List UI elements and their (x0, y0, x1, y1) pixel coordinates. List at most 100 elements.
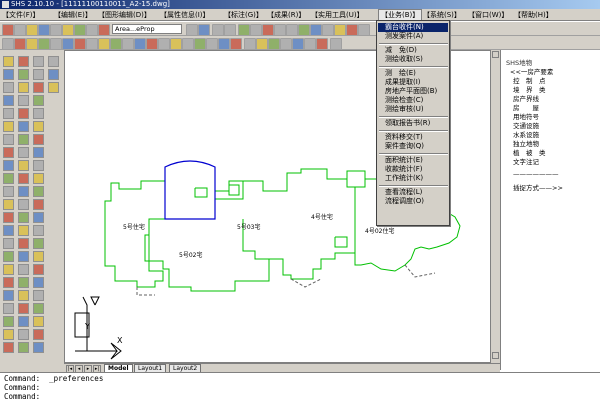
mirror-icon[interactable] (280, 38, 292, 50)
zoom-tool-icon[interactable] (3, 316, 14, 327)
table-icon[interactable] (358, 24, 370, 36)
spline-tool-icon[interactable] (3, 160, 14, 171)
tree-tool-icon[interactable] (18, 212, 29, 223)
panel-item-house[interactable]: 房 屋 (513, 104, 539, 112)
region-tool-icon[interactable] (18, 173, 29, 184)
menu-window[interactable]: 【窗口(W)】 (466, 9, 510, 21)
extend-icon[interactable] (244, 38, 256, 50)
layer-lock-icon[interactable] (86, 24, 98, 36)
color-square-icon[interactable] (98, 24, 110, 36)
lamp-icon[interactable] (62, 24, 74, 36)
array-icon[interactable] (292, 38, 304, 50)
redo-icon[interactable] (224, 24, 236, 36)
linetype-tool-icon[interactable] (33, 303, 44, 314)
area-icon[interactable] (26, 38, 38, 50)
panel-item-control[interactable]: 控 制 点 (513, 77, 546, 85)
fillet-tool-icon[interactable] (18, 147, 29, 158)
label-icon[interactable] (50, 38, 62, 50)
menu-item-survey-check[interactable]: 测绘检查(C) (385, 96, 423, 105)
polygon-icon[interactable] (14, 38, 26, 50)
wall-tool-icon[interactable] (18, 199, 29, 210)
line-icon[interactable] (274, 24, 286, 36)
menu-item-flow-dispatch[interactable]: 流程调度(O) (385, 197, 424, 206)
water-tool-icon[interactable] (33, 212, 44, 223)
mirror-tool-icon[interactable] (18, 69, 29, 80)
panel-item-property-line[interactable]: 房产界线 (513, 95, 539, 103)
grid-tool-icon[interactable] (3, 342, 14, 353)
check-icon[interactable] (298, 24, 310, 36)
menu-attributes[interactable]: 【属性信息(I)】 (158, 9, 212, 21)
code-tool-icon[interactable] (48, 82, 59, 93)
text-tool-icon[interactable] (33, 173, 44, 184)
fence-tool-icon[interactable] (33, 199, 44, 210)
rotate-icon[interactable] (322, 24, 334, 36)
match-icon[interactable] (198, 24, 210, 36)
prop-tool-icon[interactable] (48, 56, 59, 67)
vertical-scrollbar[interactable] (490, 50, 500, 363)
fillet-icon[interactable] (304, 38, 316, 50)
house-icon[interactable] (74, 38, 86, 50)
block-tool-icon[interactable] (33, 160, 44, 171)
delete-icon[interactable] (230, 38, 242, 50)
circle-tool-icon[interactable] (3, 134, 14, 145)
menu-item-area-stats[interactable]: 面积统计(E) (385, 156, 423, 165)
menu-edit[interactable]: 【编辑(E)】 (52, 9, 94, 21)
polyline-tool-icon[interactable] (3, 82, 14, 93)
survey-tool-icon[interactable] (33, 251, 44, 262)
undo-icon[interactable] (212, 24, 224, 36)
chamfer-tool-icon[interactable] (33, 134, 44, 145)
road-icon[interactable] (86, 38, 98, 50)
select-tool-icon[interactable] (3, 56, 14, 67)
window-tool-icon[interactable] (33, 225, 44, 236)
offset-icon[interactable] (268, 38, 280, 50)
trim-icon[interactable] (256, 38, 268, 50)
menu-item-payment-stats[interactable]: 收款统计(F) (385, 165, 423, 174)
panel-item-feature[interactable]: 独立地物 (513, 140, 539, 148)
array-tool-icon[interactable] (18, 82, 29, 93)
house-tool-icon[interactable] (3, 199, 14, 210)
import-icon[interactable] (218, 38, 230, 50)
export-tool-icon[interactable] (18, 290, 29, 301)
menu-item-receive-case[interactable]: 霸台收件(N) (378, 23, 448, 32)
explode-icon[interactable] (316, 38, 328, 50)
stretch-tool-icon[interactable] (18, 108, 29, 119)
menu-item-floor-plan[interactable]: 房地产平面图(B) (385, 87, 437, 96)
dimension-tool-icon[interactable] (18, 264, 29, 275)
polygon-tool-icon[interactable] (3, 95, 14, 106)
pan-icon[interactable] (238, 24, 250, 36)
list-tool-icon[interactable] (18, 342, 29, 353)
arc-tool-icon[interactable] (3, 121, 14, 132)
calc-icon[interactable] (170, 38, 182, 50)
menu-graphic-edit[interactable]: 【图形编辑(D)】 (96, 9, 153, 21)
scale-tool-icon[interactable] (33, 95, 44, 106)
cloud-tool-icon[interactable] (3, 147, 14, 158)
menu-item-transfer[interactable]: 资料移交(T) (385, 133, 423, 142)
osnap-tool-icon[interactable] (18, 329, 29, 340)
book-icon[interactable] (62, 38, 74, 50)
print-icon[interactable] (50, 24, 62, 36)
panel-item-text-note[interactable]: 文字注记 (513, 158, 539, 166)
save-icon[interactable] (38, 24, 50, 36)
app-menu-icon[interactable] (2, 24, 14, 36)
stair-tool-icon[interactable] (3, 225, 14, 236)
ortho-tool-icon[interactable] (33, 329, 44, 340)
water-icon[interactable] (98, 38, 110, 50)
erase-tool-icon[interactable] (18, 56, 29, 67)
help-icon[interactable] (330, 38, 342, 50)
room-tool-icon[interactable] (33, 238, 44, 249)
export-icon[interactable] (206, 38, 218, 50)
dimension-icon[interactable] (286, 24, 298, 36)
insert-tool-icon[interactable] (3, 186, 14, 197)
scroll-up-icon[interactable] (492, 51, 499, 58)
panel-item-snap-mode[interactable]: 插捉方式——>> (513, 184, 563, 192)
panel-item-boundary[interactable]: 境 界 类 (513, 86, 546, 94)
hatch-tool-icon[interactable] (18, 160, 29, 171)
menu-help[interactable]: 【帮助(H)】 (512, 9, 555, 21)
menu-item-waive[interactable]: 减 免(D) (385, 46, 417, 55)
menu-item-survey-fee[interactable]: 测绘收取(S) (385, 55, 423, 64)
menu-item-get-report[interactable]: 领取报告书(R) (385, 119, 430, 128)
menu-item-work-stats[interactable]: 工作统计(K) (385, 174, 423, 183)
import-tool-icon[interactable] (33, 290, 44, 301)
text-icon[interactable] (346, 24, 358, 36)
verify-tool-icon[interactable] (18, 277, 29, 288)
